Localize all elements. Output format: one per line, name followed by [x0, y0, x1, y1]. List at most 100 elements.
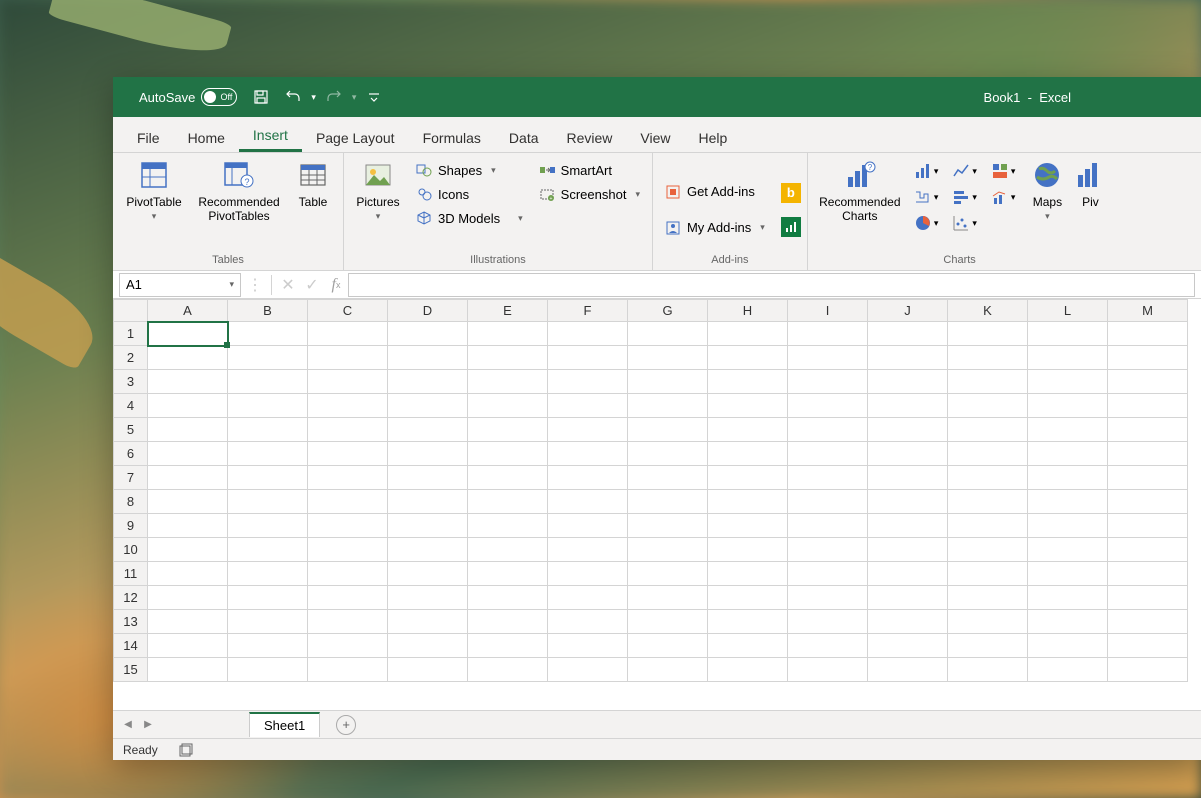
sheet-nav-next[interactable]: ▶	[139, 716, 157, 734]
cell-G2[interactable]	[628, 346, 708, 370]
cell-E2[interactable]	[468, 346, 548, 370]
cell-K3[interactable]	[948, 370, 1028, 394]
cell-J6[interactable]	[868, 442, 948, 466]
people-graph-addin-button[interactable]	[781, 217, 801, 237]
cell-I5[interactable]	[788, 418, 868, 442]
column-header-B[interactable]: B	[228, 300, 308, 322]
row-header-4[interactable]: 4	[114, 394, 148, 418]
cell-E4[interactable]	[468, 394, 548, 418]
cell-E7[interactable]	[468, 466, 548, 490]
cell-D15[interactable]	[388, 658, 468, 682]
cell-C7[interactable]	[308, 466, 388, 490]
cell-D8[interactable]	[388, 490, 468, 514]
cell-J15[interactable]	[868, 658, 948, 682]
cell-E14[interactable]	[468, 634, 548, 658]
cell-F9[interactable]	[548, 514, 628, 538]
cell-B15[interactable]	[228, 658, 308, 682]
cell-J5[interactable]	[868, 418, 948, 442]
cell-I13[interactable]	[788, 610, 868, 634]
cell-K7[interactable]	[948, 466, 1028, 490]
cell-E9[interactable]	[468, 514, 548, 538]
row-header-10[interactable]: 10	[114, 538, 148, 562]
cell-C10[interactable]	[308, 538, 388, 562]
cell-D5[interactable]	[388, 418, 468, 442]
column-header-I[interactable]: I	[788, 300, 868, 322]
cell-B6[interactable]	[228, 442, 308, 466]
row-header-15[interactable]: 15	[114, 658, 148, 682]
cell-H10[interactable]	[708, 538, 788, 562]
pivotchart-button[interactable]: Piv	[1075, 157, 1105, 211]
cell-M14[interactable]	[1108, 634, 1188, 658]
cell-J3[interactable]	[868, 370, 948, 394]
cell-H1[interactable]	[708, 322, 788, 346]
cell-A11[interactable]	[148, 562, 228, 586]
cell-C6[interactable]	[308, 442, 388, 466]
cell-F11[interactable]	[548, 562, 628, 586]
cell-D7[interactable]	[388, 466, 468, 490]
cell-F10[interactable]	[548, 538, 628, 562]
screenshot-button[interactable]: + Screenshot	[533, 183, 646, 205]
cell-B11[interactable]	[228, 562, 308, 586]
cell-B13[interactable]	[228, 610, 308, 634]
cell-D10[interactable]	[388, 538, 468, 562]
cell-I3[interactable]	[788, 370, 868, 394]
icons-button[interactable]: Icons	[410, 183, 529, 205]
cell-M7[interactable]	[1108, 466, 1188, 490]
cell-B8[interactable]	[228, 490, 308, 514]
pie-chart-button[interactable]: ▾	[910, 211, 943, 235]
cell-E15[interactable]	[468, 658, 548, 682]
cell-M5[interactable]	[1108, 418, 1188, 442]
cell-A14[interactable]	[148, 634, 228, 658]
cell-J13[interactable]	[868, 610, 948, 634]
cell-J9[interactable]	[868, 514, 948, 538]
cell-M9[interactable]	[1108, 514, 1188, 538]
cell-L1[interactable]	[1028, 322, 1108, 346]
cell-G8[interactable]	[628, 490, 708, 514]
tab-review[interactable]: Review	[553, 122, 627, 152]
cell-C1[interactable]	[308, 322, 388, 346]
cell-K1[interactable]	[948, 322, 1028, 346]
pictures-button[interactable]: Pictures ▾	[350, 157, 406, 224]
row-header-2[interactable]: 2	[114, 346, 148, 370]
cell-L8[interactable]	[1028, 490, 1108, 514]
cell-L14[interactable]	[1028, 634, 1108, 658]
cell-H6[interactable]	[708, 442, 788, 466]
cell-H13[interactable]	[708, 610, 788, 634]
row-header-5[interactable]: 5	[114, 418, 148, 442]
bing-maps-addin-button[interactable]: b	[781, 183, 801, 203]
cell-B5[interactable]	[228, 418, 308, 442]
row-header-7[interactable]: 7	[114, 466, 148, 490]
cell-C15[interactable]	[308, 658, 388, 682]
add-sheet-button[interactable]: +	[336, 715, 356, 735]
cell-C3[interactable]	[308, 370, 388, 394]
cell-H3[interactable]	[708, 370, 788, 394]
table-button[interactable]: Table	[289, 157, 337, 211]
column-header-L[interactable]: L	[1028, 300, 1108, 322]
formula-input[interactable]	[348, 273, 1195, 297]
cell-K14[interactable]	[948, 634, 1028, 658]
cell-G15[interactable]	[628, 658, 708, 682]
cell-F15[interactable]	[548, 658, 628, 682]
enter-formula-button[interactable]: ✓	[300, 273, 324, 297]
tab-insert[interactable]: Insert	[239, 119, 302, 152]
cell-M1[interactable]	[1108, 322, 1188, 346]
cell-D4[interactable]	[388, 394, 468, 418]
cell-G12[interactable]	[628, 586, 708, 610]
recommended-pivottables-button[interactable]: ? Recommended PivotTables	[193, 157, 285, 226]
cell-A9[interactable]	[148, 514, 228, 538]
cell-F1[interactable]	[548, 322, 628, 346]
cell-D1[interactable]	[388, 322, 468, 346]
cell-A1[interactable]	[148, 322, 228, 346]
cell-L9[interactable]	[1028, 514, 1108, 538]
cell-B9[interactable]	[228, 514, 308, 538]
cell-M2[interactable]	[1108, 346, 1188, 370]
cell-F8[interactable]	[548, 490, 628, 514]
autosave-switch[interactable]: Off	[201, 88, 237, 106]
cell-I12[interactable]	[788, 586, 868, 610]
smartart-button[interactable]: SmartArt	[533, 159, 646, 181]
bar-chart-button[interactable]: ▾	[948, 185, 981, 209]
cell-C13[interactable]	[308, 610, 388, 634]
cell-J10[interactable]	[868, 538, 948, 562]
cell-I4[interactable]	[788, 394, 868, 418]
cell-B2[interactable]	[228, 346, 308, 370]
